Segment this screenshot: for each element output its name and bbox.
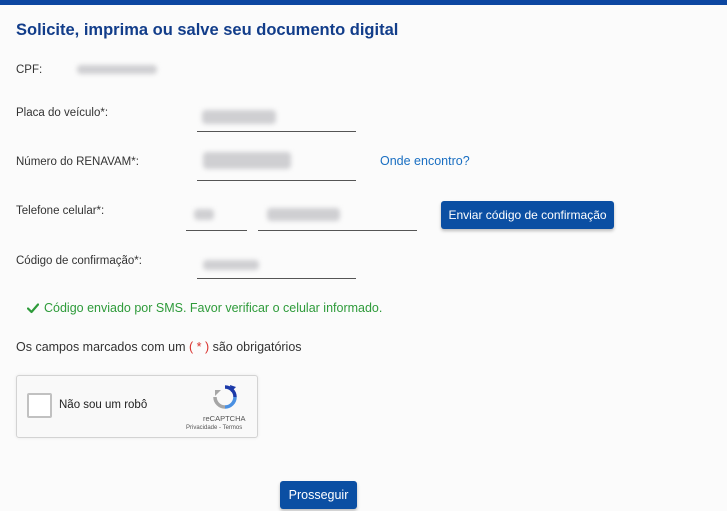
required-note-suffix: são obrigatórios — [209, 340, 302, 354]
cpf-value-redacted — [77, 65, 157, 74]
codigo-value-redacted — [203, 260, 259, 270]
enviar-codigo-button[interactable]: Enviar código de confirmação — [441, 201, 614, 229]
top-accent-bar — [0, 0, 727, 5]
check-icon — [27, 303, 39, 314]
placa-input[interactable] — [197, 131, 356, 132]
telefone-ddd-input[interactable] — [186, 230, 247, 231]
success-message: Código enviado por SMS. Favor verificar … — [27, 301, 382, 315]
telefone-label: Telefone celular*: — [16, 205, 105, 217]
success-message-text: Código enviado por SMS. Favor verificar … — [44, 301, 383, 315]
recaptcha-label: Não sou um robô — [59, 399, 148, 411]
recaptcha-brand: reCAPTCHA — [203, 414, 246, 423]
recaptcha-privacy-terms-links[interactable]: Privacidade - Termos — [186, 425, 242, 431]
recaptcha-checkbox[interactable] — [27, 393, 52, 418]
required-note-star: * — [193, 340, 205, 354]
telefone-numero-redacted — [267, 208, 340, 221]
codigo-label: Código de confirmação*: — [16, 255, 142, 267]
renavam-value-redacted — [203, 152, 291, 169]
renavam-label: Número do RENAVAM*: — [16, 156, 139, 168]
renavam-help-link[interactable]: Onde encontro? — [380, 154, 470, 168]
telefone-numero-input[interactable] — [258, 230, 417, 231]
renavam-input[interactable] — [197, 180, 356, 181]
cpf-label: CPF: — [16, 64, 43, 76]
prosseguir-button[interactable]: Prosseguir — [280, 481, 357, 509]
required-fields-note: Os campos marcados com um ( * ) são obri… — [16, 340, 302, 354]
recaptcha-logo-icon — [213, 385, 237, 409]
placa-value-redacted — [202, 110, 276, 124]
codigo-input[interactable] — [197, 278, 356, 279]
telefone-ddd-redacted — [194, 209, 214, 220]
page-title: Solicite, imprima ou salve seu documento… — [16, 21, 399, 39]
required-note-prefix: Os campos marcados com um — [16, 340, 189, 354]
placa-label: Placa do veículo*: — [16, 107, 109, 119]
recaptcha-widget: Não sou um robô reCAPTCHA Privacidade - … — [16, 375, 258, 438]
